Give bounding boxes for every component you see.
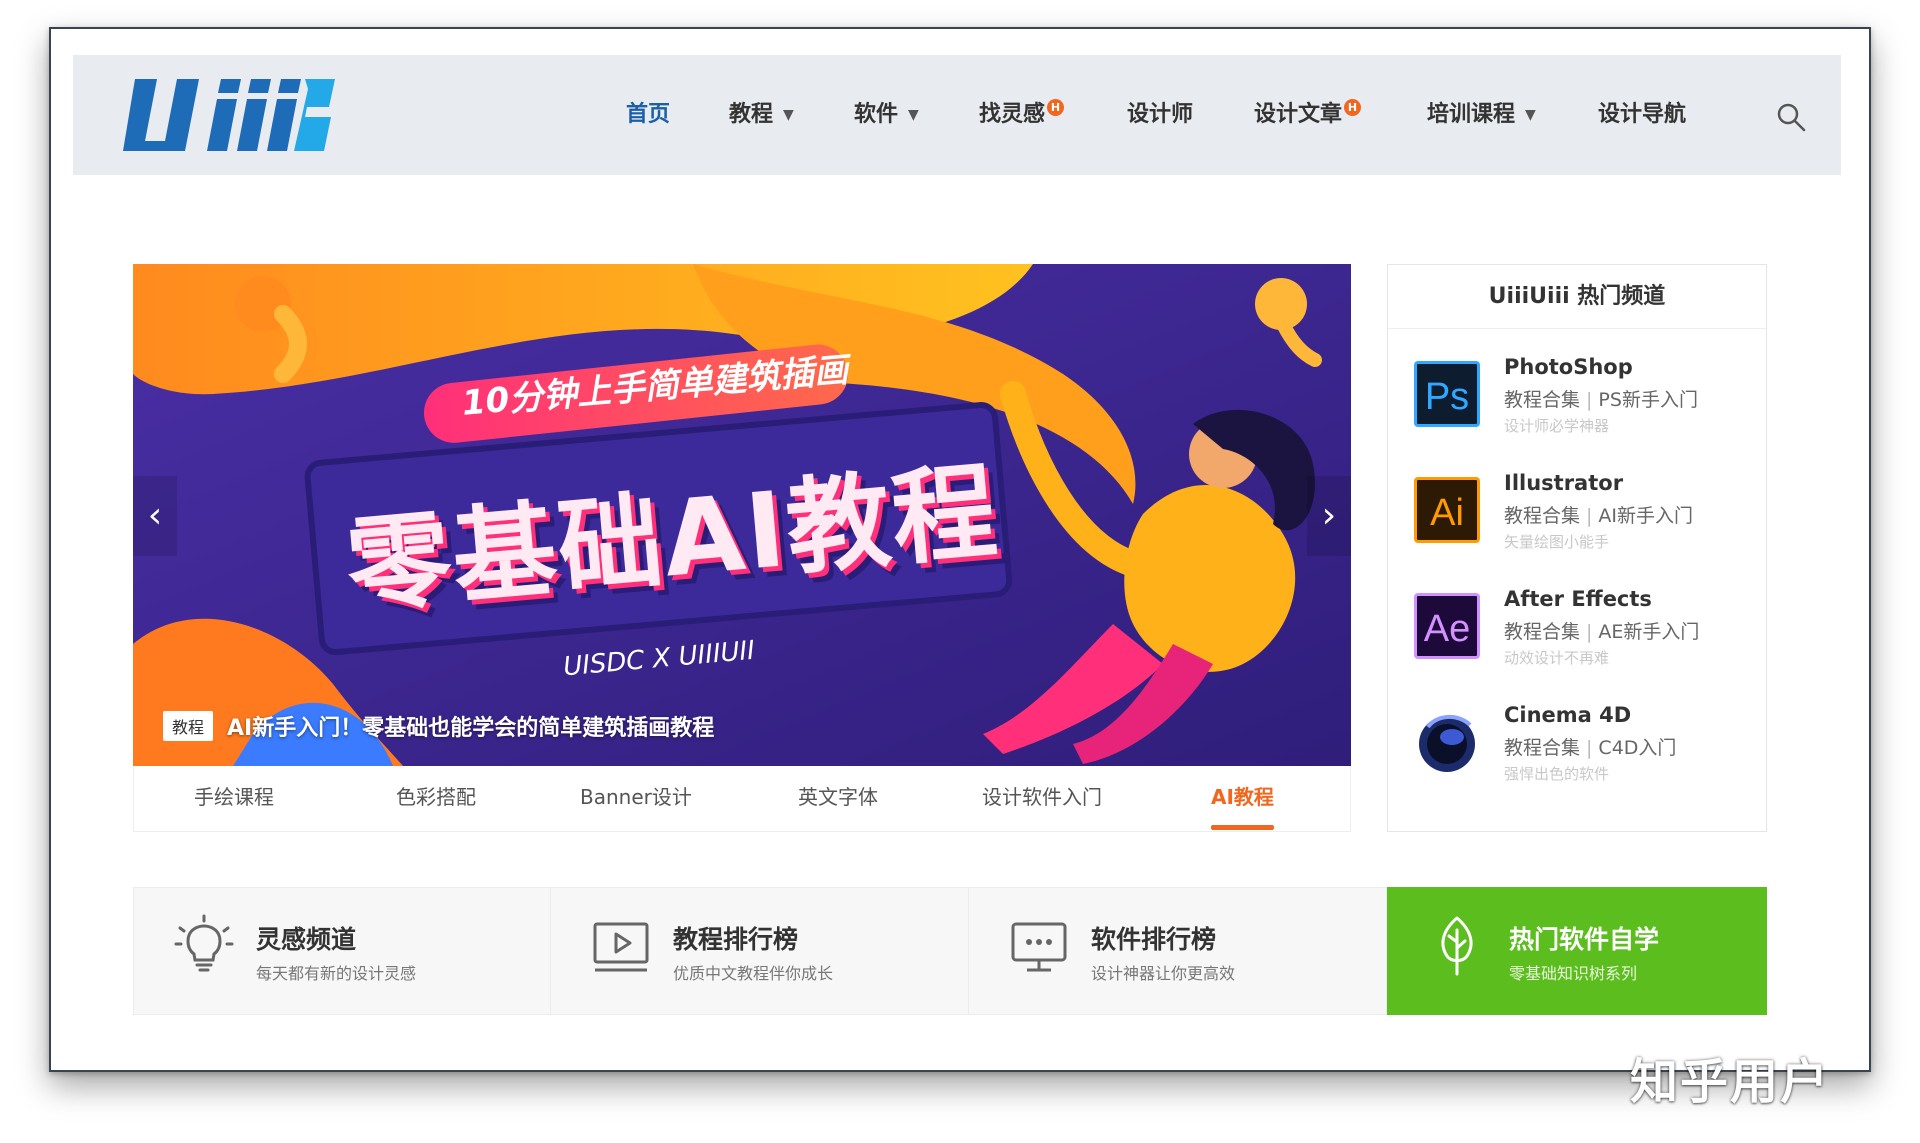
feature-software-ranking[interactable]: 软件排行榜 设计神器让你更高效 (969, 887, 1387, 1015)
channel-links: 教程合集 | AI新手入门 (1504, 505, 1694, 527)
banner-caption[interactable]: 教程 AI新手入门！零基础也能学会的简单建筑插画教程 (163, 708, 714, 744)
nav-designers[interactable]: 设计师 (1127, 97, 1193, 133)
channel-name: PhotoShop (1504, 355, 1633, 379)
main-nav: 首页 教程 ▼ 软件 ▼ 找灵感 H 设计师 设计文章 H 培训课程 ▼ 设计导航 (73, 55, 1841, 175)
site-header: 首页 教程 ▼ 软件 ▼ 找灵感 H 设计师 设计文章 H 培训课程 ▼ 设计导航 (73, 55, 1841, 175)
collection-link[interactable]: 教程合集 (1504, 505, 1580, 527)
tab-software-basics[interactable]: 设计软件入门 (982, 766, 1102, 832)
channel-links: 教程合集 | AE新手入门 (1504, 621, 1700, 643)
channel-links: 教程合集 | C4D入门 (1504, 737, 1677, 759)
feature-software-self-study[interactable]: 热门软件自学 零基础知识树系列 (1387, 887, 1767, 1015)
hot-channels-panel: UiiiUiii 热门频道 Ps PhotoShop 教程合集 | PS新手入门 设… (1387, 264, 1767, 832)
channel-desc: 强悍出色的软件 (1504, 765, 1610, 783)
channel-after-effects[interactable]: Ae After Effects 教程合集 | AE新手入门 动效设计不再难 (1414, 587, 1744, 687)
banner-tabs: 手绘课程 色彩搭配 Banner设计 英文字体 设计软件入门 AI教程 (133, 766, 1351, 832)
nav-directory[interactable]: 设计导航 (1598, 97, 1686, 133)
video-play-icon (593, 922, 649, 972)
watermark: 知乎用户 (1630, 1054, 1831, 1110)
feature-title: 软件排行榜 (1091, 925, 1217, 954)
collection-link[interactable]: 教程合集 (1504, 621, 1580, 643)
feature-subtitle: 零基础知识树系列 (1509, 964, 1638, 983)
beginner-link[interactable]: AI新手入门 (1598, 505, 1693, 527)
chevron-left-icon: ‹ (147, 495, 163, 536)
beginner-link[interactable]: AE新手入门 (1598, 621, 1699, 643)
collection-link[interactable]: 教程合集 (1504, 737, 1580, 759)
nav-training[interactable]: 培训课程 ▼ (1427, 97, 1536, 133)
tab-english-fonts[interactable]: 英文字体 (798, 766, 878, 832)
nav-tutorials[interactable]: 教程 ▼ (729, 97, 794, 133)
search-icon[interactable] (1775, 101, 1807, 133)
channel-desc: 动效设计不再难 (1504, 649, 1610, 667)
channel-photoshop[interactable]: Ps PhotoShop 教程合集 | PS新手入门 设计师必学神器 (1414, 355, 1744, 455)
chevron-down-icon: ▼ (783, 107, 794, 123)
panel-title: UiiiUiii 热门频道 (1388, 265, 1766, 329)
feature-title: 热门软件自学 (1509, 925, 1660, 954)
nav-articles[interactable]: 设计文章 H (1254, 97, 1362, 133)
feature-subtitle: 设计神器让你更高效 (1091, 964, 1236, 983)
chevron-down-icon: ▼ (1525, 107, 1536, 123)
feature-subtitle: 优质中文教程伴你成长 (673, 964, 834, 983)
beginner-link[interactable]: C4D入门 (1598, 737, 1676, 759)
channel-illustrator[interactable]: Ai Illustrator 教程合集 | AI新手入门 矢量绘图小能手 (1414, 471, 1744, 571)
cinema4d-icon (1419, 715, 1475, 772)
collection-link[interactable]: 教程合集 (1504, 389, 1580, 411)
channel-name: Cinema 4D (1504, 703, 1632, 727)
channel-cinema4d[interactable]: Cinema 4D 教程合集 | C4D入门 强悍出色的软件 (1414, 703, 1744, 803)
feature-inspiration[interactable]: 灵感频道 每天都有新的设计灵感 (133, 887, 551, 1015)
channel-desc: 设计师必学神器 (1504, 417, 1610, 435)
feature-subtitle: 每天都有新的设计灵感 (256, 964, 417, 983)
banner-caption-text: AI新手入门！零基础也能学会的简单建筑插画教程 (227, 716, 715, 741)
hot-badge: H (1047, 99, 1065, 116)
channel-name: After Effects (1504, 587, 1652, 611)
lightbulb-icon (174, 914, 234, 972)
browser-window: 首页 教程 ▼ 软件 ▼ 找灵感 H 设计师 设计文章 H 培训课程 ▼ 设计导航 (49, 27, 1871, 1072)
nav-software[interactable]: 软件 ▼ (854, 97, 919, 133)
leaf-icon (1441, 916, 1473, 976)
chevron-down-icon: ▼ (908, 107, 919, 123)
feature-strip: 灵感频道 每天都有新的设计灵感 教程排行榜 优质中文教程伴你成长 软件排行榜 设… (133, 887, 1767, 1015)
feature-tutorial-ranking[interactable]: 教程排行榜 优质中文教程伴你成长 (551, 887, 969, 1015)
hero-banner[interactable]: 10分钟上手简单建筑插画 零基础AI教程 UISDC X UIIIUII ‹ ›… (133, 264, 1351, 766)
channel-links: 教程合集 | PS新手入门 (1504, 389, 1698, 411)
photoshop-icon: Ps (1414, 361, 1480, 427)
channel-name: Illustrator (1504, 471, 1624, 495)
after-effects-icon: Ae (1414, 593, 1480, 659)
tab-ai-tutorial[interactable]: AI教程 (1211, 766, 1274, 832)
tab-banner-design[interactable]: Banner设计 (580, 766, 692, 832)
carousel-next-button[interactable]: › (1307, 476, 1351, 556)
nav-home[interactable]: 首页 (626, 97, 670, 133)
tab-color-matching[interactable]: 色彩搭配 (396, 766, 476, 832)
carousel-prev-button[interactable]: ‹ (133, 476, 177, 556)
beginner-link[interactable]: PS新手入门 (1598, 389, 1698, 411)
nav-inspiration[interactable]: 找灵感 H (979, 97, 1065, 133)
channel-desc: 矢量绘图小能手 (1504, 533, 1610, 551)
tab-hand-drawing[interactable]: 手绘课程 (194, 766, 274, 832)
illustrator-icon: Ai (1414, 477, 1480, 543)
monitor-icon (1011, 922, 1067, 972)
category-tag: 教程 (163, 711, 214, 741)
hot-badge: H (1344, 99, 1362, 116)
feature-title: 灵感频道 (256, 925, 357, 954)
chevron-right-icon: › (1321, 495, 1337, 536)
feature-title: 教程排行榜 (673, 925, 799, 954)
